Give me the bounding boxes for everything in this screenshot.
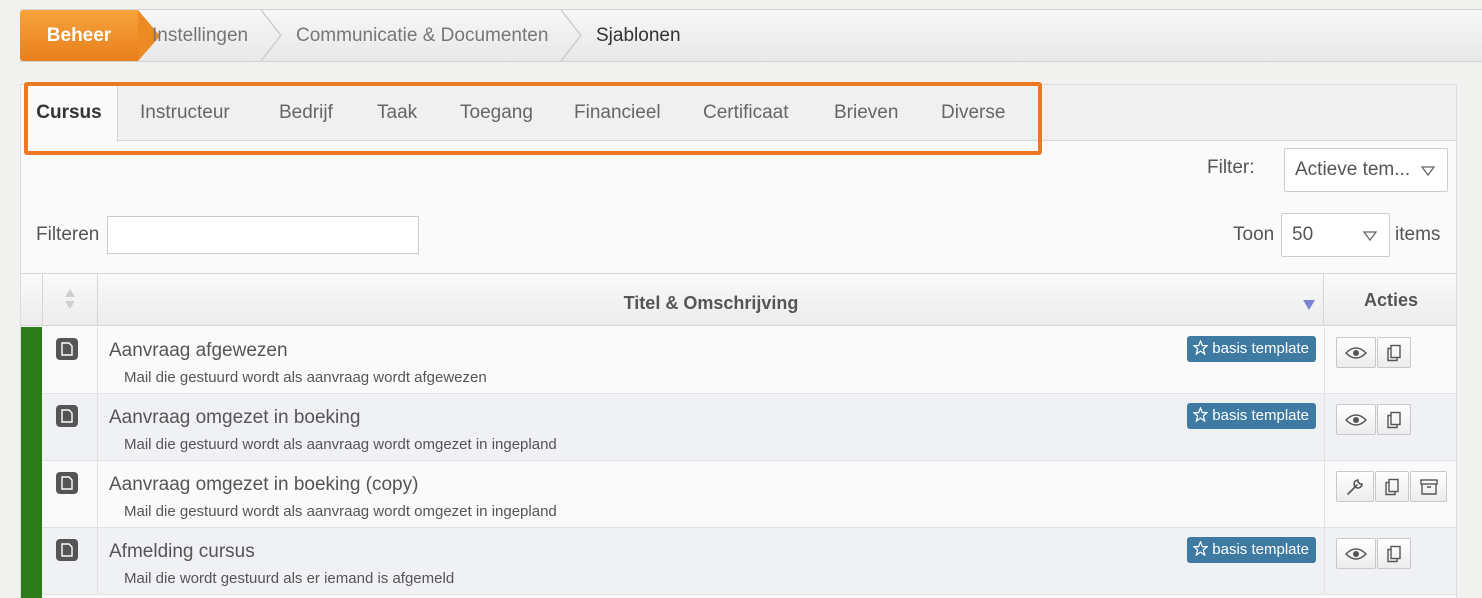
tab-brieven[interactable]: Brieven	[834, 85, 898, 141]
document-icon	[56, 338, 78, 360]
archive-button[interactable]	[1410, 471, 1447, 502]
sort-icon	[65, 289, 75, 309]
row-title[interactable]: Aanvraag omgezet in boeking	[109, 407, 360, 429]
breadcrumb-separator	[560, 10, 582, 61]
eye-icon	[1345, 547, 1367, 560]
breadcrumb-item-communicatie[interactable]: Communicatie & Documenten	[296, 10, 548, 61]
chevron-down-icon	[1421, 166, 1435, 177]
status-indicator	[21, 394, 42, 461]
breadcrumb: Beheer Instellingen Communicatie & Docum…	[20, 9, 1482, 62]
badge-label: basis template	[1212, 541, 1309, 558]
copy-button[interactable]	[1377, 538, 1411, 569]
wrench-icon	[1347, 478, 1363, 495]
chevron-down-icon	[1363, 231, 1377, 242]
page-size-label: Toon	[1233, 224, 1275, 245]
tab-financieel[interactable]: Financieel	[574, 85, 661, 141]
row-title[interactable]: Aanvraag omgezet in boeking (copy)	[109, 474, 418, 496]
table-row: Afmelding cursus Mail die wordt gestuurd…	[21, 528, 1456, 595]
row-description: Mail die gestuurd wordt als aanvraag wor…	[124, 369, 487, 386]
table-row: Aanvraag omgezet in boeking (copy) Mail …	[21, 461, 1456, 528]
row-description: Mail die gestuurd wordt als aanvraag wor…	[124, 436, 557, 453]
status-column-header	[21, 274, 43, 326]
filter-select[interactable]: Actieve tem...	[1284, 148, 1448, 192]
badge-label: basis template	[1212, 340, 1309, 357]
breadcrumb-item-beheer[interactable]: Beheer	[20, 10, 160, 61]
filter-label: Filter:	[1207, 157, 1255, 178]
status-indicator	[21, 461, 42, 528]
star-icon	[1192, 406, 1209, 423]
document-icon	[56, 472, 78, 494]
tab-bar: Cursus Instructeur Bedrijf Taak Toegang …	[21, 85, 1456, 142]
copy-button[interactable]	[1377, 337, 1411, 368]
page-size-value: 50	[1292, 224, 1314, 245]
row-description: Mail die gestuurd wordt als aanvraag wor…	[124, 503, 557, 520]
column-header-title[interactable]: Titel & Omschrijving	[98, 274, 1324, 326]
table-row: Aanvraag afgewezen Mail die gestuurd wor…	[21, 327, 1456, 394]
filter-select-value: Actieve tem...	[1295, 159, 1411, 180]
tab-toegang[interactable]: Toegang	[460, 85, 533, 141]
breadcrumb-item-instellingen[interactable]: Instellingen	[152, 10, 248, 61]
breadcrumb-separator	[260, 10, 282, 61]
document-icon	[56, 405, 78, 427]
tab-diverse[interactable]: Diverse	[941, 85, 1005, 141]
tab-taak[interactable]: Taak	[377, 85, 417, 141]
eye-icon	[1345, 413, 1367, 426]
row-description: Mail die wordt gestuurd als er iemand is…	[124, 570, 455, 587]
edit-button[interactable]	[1336, 471, 1374, 502]
star-icon	[1192, 339, 1209, 356]
basis-template-badge: basis template	[1187, 537, 1316, 563]
tab-instructeur[interactable]: Instructeur	[140, 85, 230, 141]
column-header-acties: Acties	[1363, 290, 1419, 310]
eye-icon	[1345, 346, 1367, 359]
breadcrumb-item-sjablonen: Sjablonen	[596, 25, 681, 46]
templates-panel: Cursus Instructeur Bedrijf Taak Toegang …	[20, 84, 1457, 598]
status-indicator	[21, 327, 42, 394]
copy-icon	[1387, 545, 1401, 562]
table-header: Titel & Omschrijving Acties	[21, 273, 1456, 326]
sort-column-header[interactable]	[43, 274, 98, 326]
tab-cursus[interactable]: Cursus	[21, 85, 118, 142]
copy-button[interactable]	[1375, 471, 1409, 502]
table-row: Aanvraag omgezet in boeking Mail die ges…	[21, 394, 1456, 461]
basis-template-badge: basis template	[1187, 336, 1316, 362]
tab-bedrijf[interactable]: Bedrijf	[279, 85, 333, 141]
items-label: items	[1395, 224, 1441, 245]
search-input[interactable]	[107, 216, 419, 254]
header-divider	[1323, 274, 1324, 326]
view-button[interactable]	[1336, 337, 1376, 368]
view-button[interactable]	[1336, 404, 1376, 435]
basis-template-badge: basis template	[1187, 403, 1316, 429]
sort-desc-icon	[1303, 300, 1315, 310]
copy-icon	[1387, 411, 1401, 428]
document-icon	[56, 539, 78, 561]
row-title[interactable]: Afmelding cursus	[109, 541, 255, 563]
status-indicator	[21, 528, 42, 595]
page-size-select[interactable]: 50	[1281, 213, 1390, 257]
badge-label: basis template	[1212, 407, 1309, 424]
copy-icon	[1385, 478, 1399, 495]
copy-icon	[1387, 344, 1401, 361]
copy-button[interactable]	[1377, 404, 1411, 435]
archive-icon	[1419, 478, 1438, 495]
search-label: Filteren	[36, 224, 100, 245]
tab-certificaat[interactable]: Certificaat	[703, 85, 789, 141]
view-button[interactable]	[1336, 538, 1376, 569]
star-icon	[1192, 540, 1209, 557]
row-title[interactable]: Aanvraag afgewezen	[109, 340, 288, 362]
